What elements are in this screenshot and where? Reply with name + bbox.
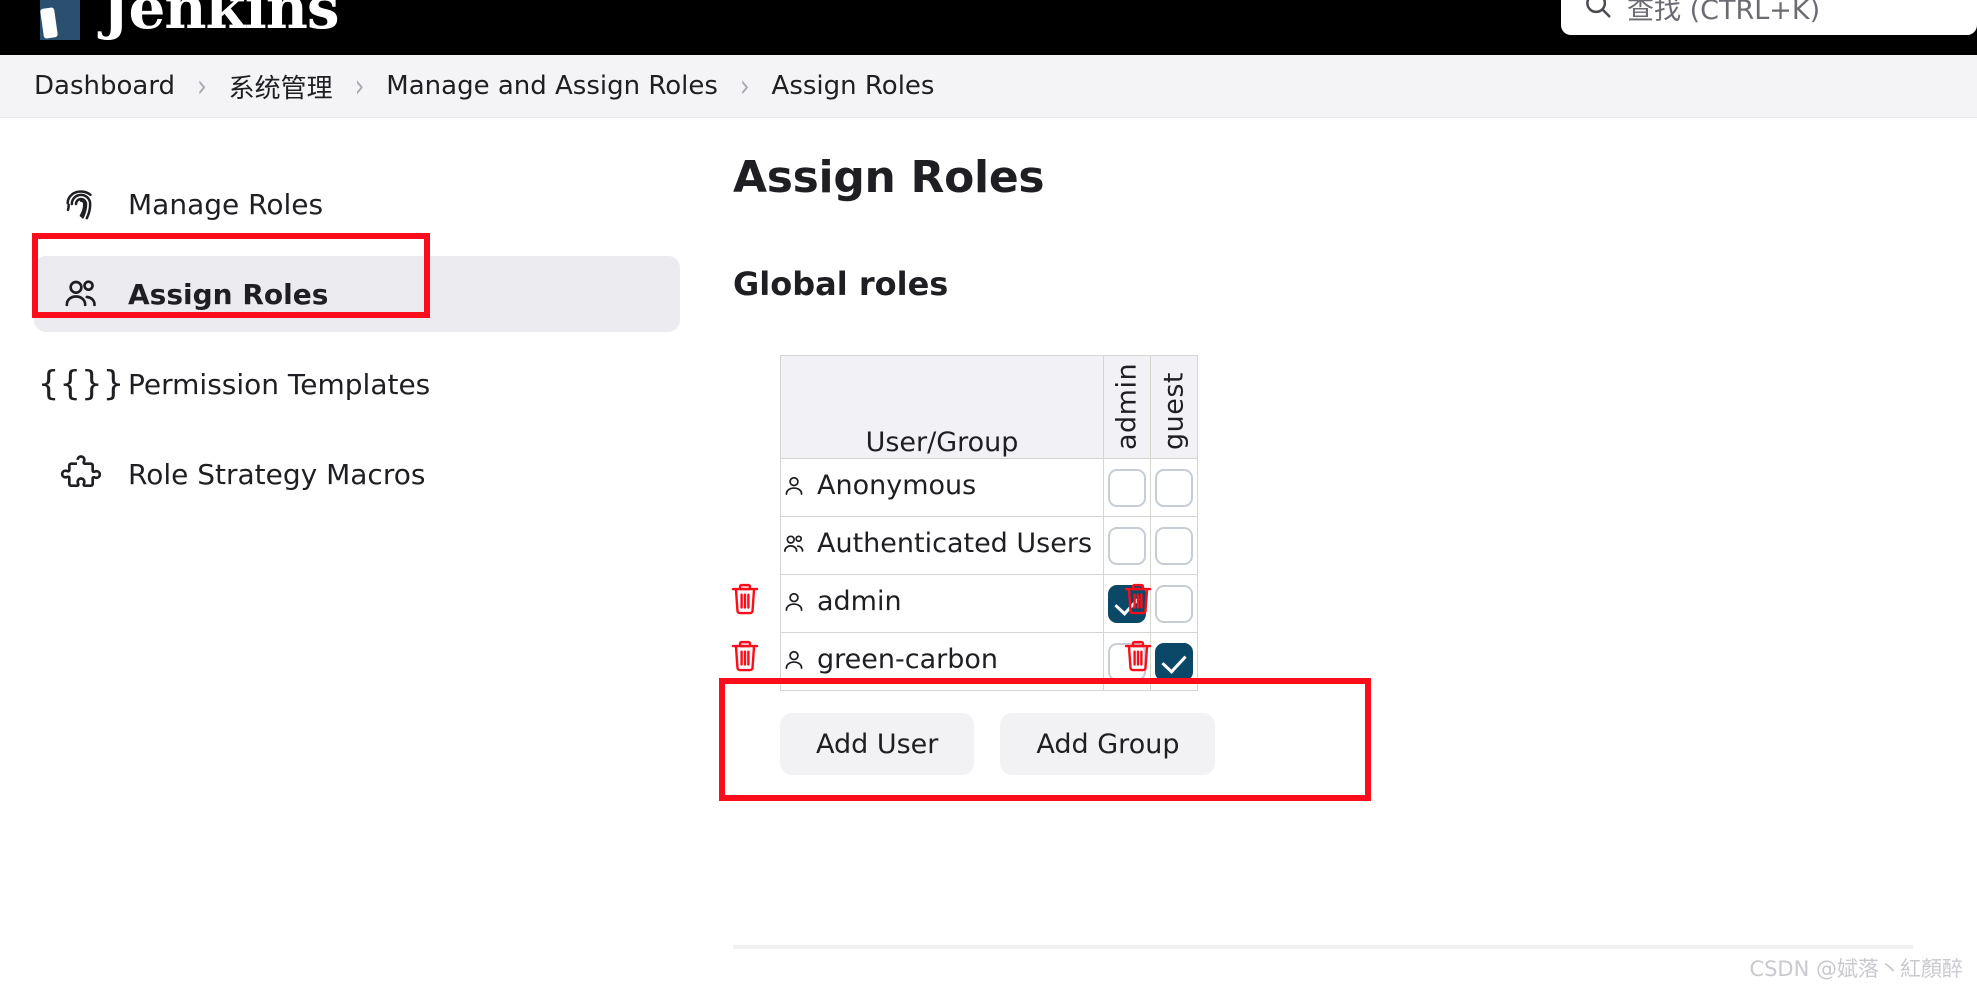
column-header-user-group: User/Group [780, 355, 1104, 459]
checkbox-authenticated-users-guest[interactable] [1155, 526, 1193, 565]
table-row: Authenticated Users [780, 516, 1198, 575]
cell-guest[interactable] [1150, 632, 1198, 691]
cell-guest[interactable] [1150, 516, 1198, 575]
column-header-guest-label: guest [1158, 371, 1190, 450]
add-group-button[interactable]: Add Group [1000, 713, 1216, 775]
chevron-right-icon: › [739, 67, 750, 105]
checkbox-authenticated-users-admin[interactable] [1108, 526, 1146, 565]
sidebar-item-label: Manage Roles [128, 187, 324, 221]
section-title-global-roles: Global roles [733, 265, 949, 303]
puzzle-piece-icon [60, 453, 102, 495]
column-header-admin[interactable]: admin [1103, 355, 1151, 459]
column-header-guest[interactable]: guest [1150, 355, 1198, 459]
jenkins-brand[interactable]: Jenkins [28, 0, 340, 42]
row-name-cell: Anonymous [780, 458, 1104, 517]
checkbox-green-carbon-guest[interactable] [1155, 642, 1193, 681]
row-name-label: green-carbon [817, 643, 998, 675]
row-name-label: admin [817, 585, 902, 617]
sidebar-item-assign-roles[interactable]: Assign Roles [34, 256, 680, 332]
search-box[interactable]: 查找 (CTRL+K) [1561, 0, 1977, 35]
delete-row-admin-left-button[interactable] [728, 579, 762, 619]
braces-glyph: {{}} [37, 364, 125, 404]
search-input-placeholder[interactable]: 查找 (CTRL+K) [1627, 0, 1820, 27]
people-icon [60, 273, 102, 315]
row-name-cell: admin [780, 574, 1104, 633]
row-name-cell: Authenticated Users [780, 516, 1104, 575]
cell-admin[interactable] [1103, 516, 1151, 575]
sidebar-navigation: Manage Roles Assign Roles {{}} Permissio… [34, 166, 680, 526]
table-row: Anonymous [780, 458, 1198, 517]
column-header-admin-label: admin [1111, 362, 1143, 450]
user-icon [781, 589, 807, 622]
chevron-right-icon: › [354, 67, 365, 105]
users-icon [781, 531, 807, 564]
row-name-cell: green-carbon [780, 632, 1104, 691]
page-body: Manage Roles Assign Roles {{}} Permissio… [0, 118, 1977, 997]
checkbox-anonymous-admin[interactable] [1108, 468, 1146, 507]
breadcrumb-item-system-management[interactable]: 系统管理 [229, 68, 333, 105]
sidebar-item-label: Permission Templates [128, 367, 431, 401]
delete-row-green-carbon-right-button[interactable] [1121, 636, 1155, 676]
watermark: CSDN @娬落丶紅顏醉 [1749, 957, 1963, 981]
breadcrumb: Dashboard › 系统管理 › Manage and Assign Rol… [0, 55, 1977, 118]
row-name-label: Authenticated Users [817, 527, 1093, 559]
main-content: Assign Roles Global roles User/Group adm… [731, 152, 1933, 775]
cell-guest[interactable] [1150, 574, 1198, 633]
cell-admin[interactable] [1103, 458, 1151, 517]
sidebar-item-role-strategy-macros[interactable]: Role Strategy Macros [34, 436, 680, 512]
chevron-right-icon: › [197, 67, 207, 105]
jenkins-butler-logo-icon [28, 0, 92, 40]
checkbox-admin-guest[interactable] [1155, 584, 1193, 623]
sidebar-item-permission-templates[interactable]: {{}} Permission Templates [34, 346, 680, 422]
user-icon [781, 647, 807, 680]
add-user-button[interactable]: Add User [780, 713, 975, 775]
braces-icon: {{}} [38, 363, 125, 405]
sidebar-item-manage-roles[interactable]: Manage Roles [34, 166, 680, 242]
table-action-buttons: Add User Add Group [780, 713, 1933, 775]
cell-guest[interactable] [1150, 458, 1198, 517]
jenkins-brand-name: Jenkins [102, 0, 340, 42]
user-icon [781, 473, 807, 506]
content-divider [733, 945, 1913, 949]
sidebar-item-label: Assign Roles [128, 277, 329, 311]
fingerprint-icon [60, 183, 102, 225]
global-roles-table-wrapper: User/Group admin guest Anonymous Authent… [731, 355, 1433, 691]
sidebar-item-label: Role Strategy Macros [128, 457, 426, 491]
delete-row-admin-right-button[interactable] [1121, 579, 1155, 619]
breadcrumb-item-manage-and-assign-roles[interactable]: Manage and Assign Roles [386, 71, 718, 101]
delete-row-green-carbon-left-button[interactable] [728, 636, 762, 676]
table-header-row: User/Group admin guest [780, 355, 1198, 459]
page-title: Assign Roles [733, 152, 1045, 203]
search-icon [1583, 0, 1613, 24]
table-head: User/Group admin guest [780, 355, 1198, 459]
breadcrumb-item-assign-roles[interactable]: Assign Roles [772, 71, 935, 101]
checkbox-anonymous-guest[interactable] [1155, 468, 1193, 507]
row-name-label: Anonymous [817, 469, 977, 501]
top-header-bar: Jenkins 查找 (CTRL+K) [0, 0, 1977, 55]
breadcrumb-item-dashboard[interactable]: Dashboard [34, 71, 175, 101]
